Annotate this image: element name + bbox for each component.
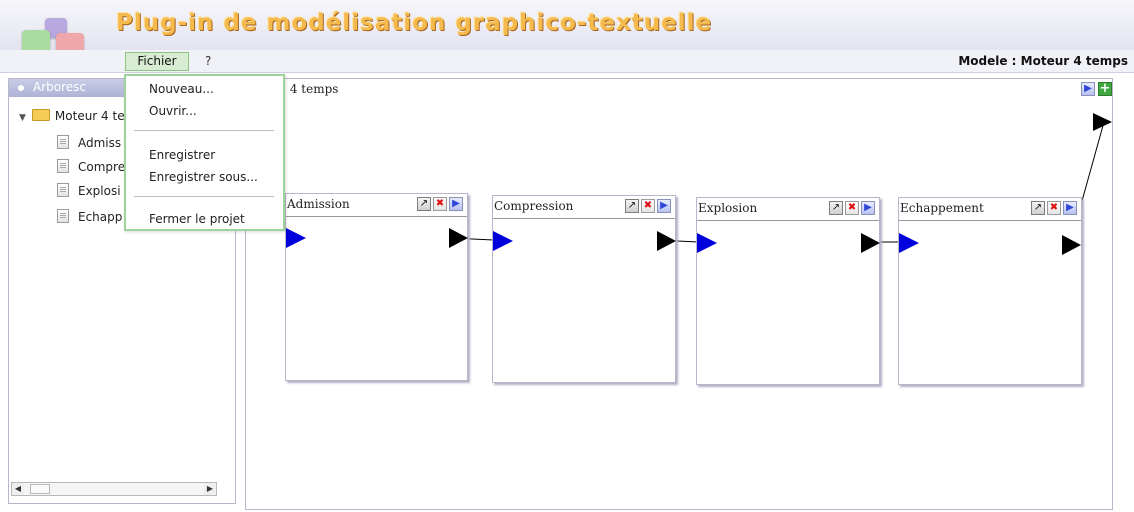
menu-item-nouveau[interactable]: Nouveau... [149,82,214,96]
run-node-icon[interactable]: ▶ [1063,201,1077,215]
run-node-icon[interactable]: ▶ [861,201,875,215]
output-arrow-icon[interactable] [861,233,881,253]
node-toolbar: ↗ ✖ ▶ [1029,201,1077,215]
output-arrow-icon[interactable] [449,228,469,248]
input-arrow-icon[interactable] [286,228,308,248]
menu-item-fermer-projet[interactable]: Fermer le projet [149,212,245,226]
node-explosion[interactable]: Explosion ↗ ✖ ▶ [696,197,880,385]
node-toolbar: ↗ ✖ ▶ [827,201,875,215]
menu-item-enregistrer[interactable]: Enregistrer [149,148,215,162]
delete-node-icon[interactable]: ✖ [641,199,655,213]
node-echappement[interactable]: Echappement ↗ ✖ ▶ [898,197,1082,385]
node-toolbar: ↗ ✖ ▶ [415,197,463,211]
node-header: Compression ↗ ✖ ▶ [493,196,675,219]
input-arrow-icon[interactable] [697,233,719,253]
output-arrow-icon[interactable] [1062,235,1082,255]
node-title: Echappement [900,201,984,215]
menu-separator [134,196,274,197]
file-menu-dropdown: Nouveau... Ouvrir... Enregistrer Enregis… [124,74,285,231]
open-node-icon[interactable]: ↗ [829,201,843,215]
delete-node-icon[interactable]: ✖ [1047,201,1061,215]
node-compression[interactable]: Compression ↗ ✖ ▶ [492,195,676,383]
input-arrow-icon[interactable] [493,231,515,251]
output-arrow-icon[interactable] [657,231,677,251]
open-node-icon[interactable]: ↗ [417,197,431,211]
node-header: Explosion ↗ ✖ ▶ [697,198,879,221]
open-node-icon[interactable]: ↗ [1031,201,1045,215]
node-admission[interactable]: Admission ↗ ✖ ▶ [285,193,468,381]
node-title: Compression [494,199,574,213]
open-node-icon[interactable]: ↗ [625,199,639,213]
menu-item-ouvrir[interactable]: Ouvrir... [149,104,197,118]
run-node-icon[interactable]: ▶ [657,199,671,213]
node-header: Admission ↗ ✖ ▶ [286,194,467,217]
input-arrow-icon[interactable] [899,233,921,253]
node-title: Admission [287,197,350,211]
delete-node-icon[interactable]: ✖ [433,197,447,211]
node-toolbar: ↗ ✖ ▶ [623,199,671,213]
menu-separator [134,130,274,131]
menu-item-enregistrer-sous[interactable]: Enregistrer sous... [149,170,258,184]
delete-node-icon[interactable]: ✖ [845,201,859,215]
node-header: Echappement ↗ ✖ ▶ [899,198,1081,221]
run-node-icon[interactable]: ▶ [449,197,463,211]
node-title: Explosion [698,201,758,215]
